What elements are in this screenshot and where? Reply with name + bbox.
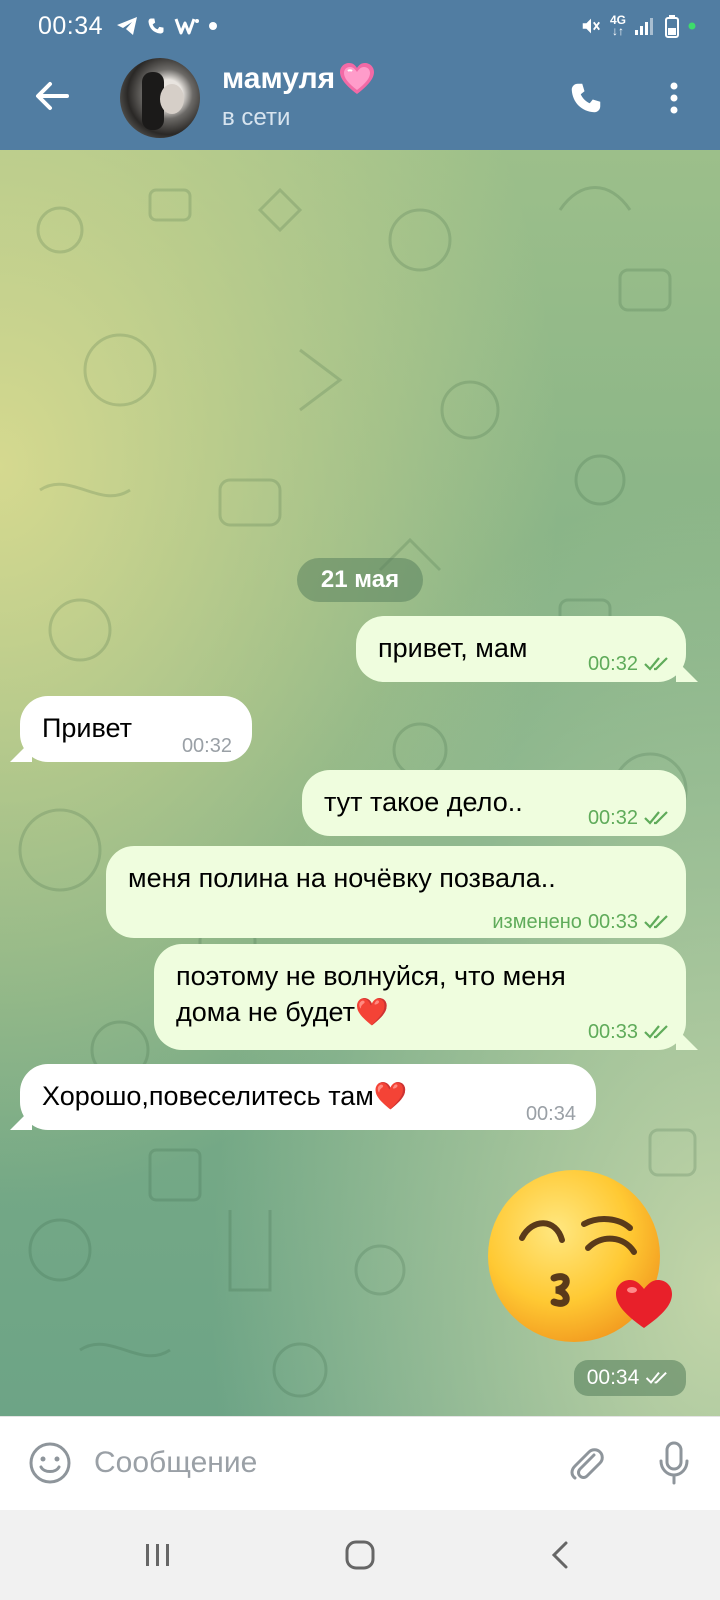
message-meta: 00:32 [588, 800, 674, 836]
telegram-notification-icon [117, 17, 137, 35]
emoji-icon [29, 1442, 71, 1484]
signal-icon [635, 18, 653, 35]
message-meta: 00:34 [526, 1096, 576, 1132]
message-meta: изменено 00:33 [492, 904, 674, 940]
back-arrow-icon [36, 82, 69, 110]
message-input[interactable] [94, 1435, 514, 1491]
message-time: 00:33 [587, 911, 638, 933]
notification-icons [116, 12, 218, 40]
message-outgoing[interactable]: тут такое дело.. 00:32 [302, 770, 686, 836]
nav-home-icon [345, 1540, 375, 1570]
message-outgoing[interactable]: поэтому не волнуйся, что меня дома не бу… [154, 944, 686, 1050]
voice-message-button[interactable] [650, 1439, 698, 1487]
message-incoming[interactable]: Привет 00:32 [20, 696, 252, 762]
top-bar: 00:34 4G ↓↑ мамуля в сети [0, 0, 720, 150]
status-bar: 00:34 4G ↓↑ [0, 0, 720, 52]
emoji-button[interactable] [26, 1439, 74, 1487]
message-text-line-1: поэтому не волнуйся, что меня [176, 961, 566, 991]
sticker-timestamp: 00:34 [574, 1360, 686, 1396]
dot-icon [209, 22, 217, 30]
message-time: 00:32 [587, 653, 638, 675]
app-notification-icon [174, 18, 199, 35]
kissing-face-emoji[interactable] [484, 1168, 684, 1348]
double-check-icon [646, 1371, 668, 1384]
avatar[interactable] [120, 58, 200, 138]
status-right-icons: 4G ↓↑ [580, 12, 696, 40]
pink-heart-icon [340, 63, 375, 94]
message-meta: 00:32 [182, 728, 232, 764]
message-text: привет, мам [378, 633, 528, 663]
message-meta: 00:33 [588, 1014, 674, 1050]
message-text: меня полина на ночёвку позвала.. [128, 863, 556, 893]
status-time: 00:34 [38, 12, 104, 40]
chat-area[interactable]: 21 мая привет, мам 00:32 Привет 00:32 ту… [0, 150, 720, 1416]
more-options-button[interactable] [650, 74, 698, 122]
date-separator: 21 мая [297, 558, 423, 602]
network-type: 4G ↓↑ [609, 13, 626, 38]
nav-back-icon [551, 1541, 568, 1569]
message-text: Хорошо,повеселитесь там❤️ [42, 1081, 408, 1111]
mute-icon [582, 18, 600, 34]
chat-header: мамуля в сети [0, 52, 720, 150]
message-outgoing[interactable]: меня полина на ночёвку позвала.. изменен… [106, 846, 686, 938]
double-check-icon [644, 1025, 668, 1039]
more-vertical-icon [670, 82, 678, 114]
contact-name: мамуля [222, 62, 336, 95]
message-text-line-2: дома не будет❤️ [176, 997, 389, 1027]
message-input-bar [0, 1416, 720, 1510]
message-time: 00:32 [587, 807, 638, 829]
double-check-icon [644, 811, 668, 825]
message-edited-label: изменено [492, 911, 582, 933]
paperclip-icon [570, 1448, 604, 1480]
microphone-icon [659, 1441, 689, 1485]
call-button[interactable] [562, 74, 610, 122]
message-time: 00:32 [181, 735, 232, 757]
contact-name-row[interactable]: мамуля [222, 62, 375, 96]
double-check-icon [644, 657, 668, 671]
system-nav-bar [0, 1510, 720, 1600]
message-incoming[interactable]: Хорошо,повеселитесь там❤️ 00:34 [20, 1064, 596, 1130]
phone-notification-icon [148, 18, 164, 34]
message-text: тут такое дело.. [324, 787, 523, 817]
active-dot-icon [688, 22, 696, 30]
back-button[interactable] [28, 72, 76, 120]
message-text: Привет [42, 713, 133, 743]
nav-home-button[interactable] [336, 1531, 384, 1579]
message-meta: 00:32 [588, 646, 674, 682]
nav-recents-icon [146, 1544, 169, 1566]
phone-icon [571, 83, 601, 113]
message-outgoing[interactable]: привет, мам 00:32 [356, 616, 686, 682]
nav-recents-button[interactable] [134, 1531, 182, 1579]
contact-status: в сети [222, 104, 291, 131]
attach-button[interactable] [562, 1439, 610, 1487]
nav-back-button[interactable] [536, 1531, 584, 1579]
message-time: 00:34 [525, 1103, 576, 1125]
message-time: 00:34 [586, 1366, 640, 1389]
double-check-icon [644, 915, 668, 929]
message-time: 00:33 [587, 1021, 638, 1043]
battery-icon [665, 15, 679, 38]
